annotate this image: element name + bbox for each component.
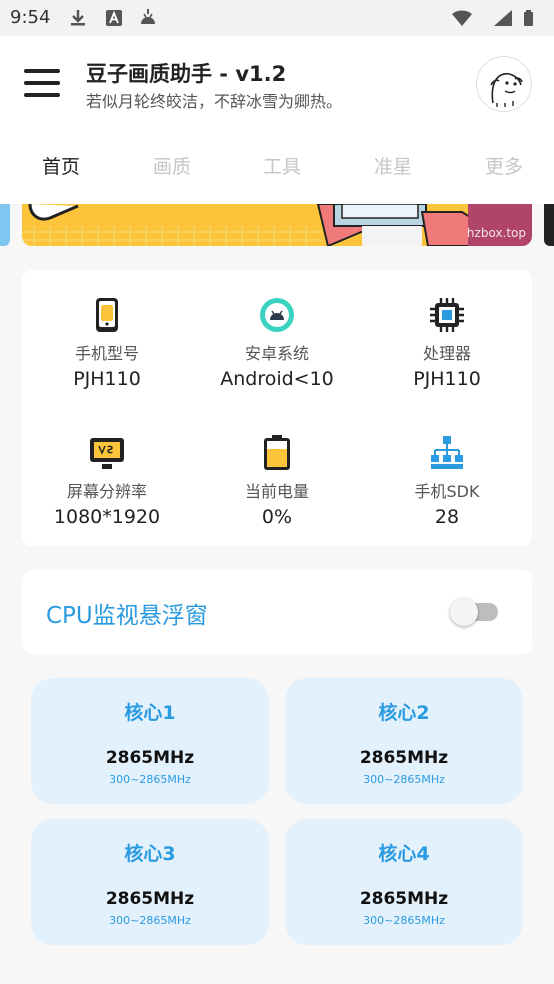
info-value: PJH110 — [413, 368, 481, 390]
font-a-icon — [106, 10, 122, 26]
menu-icon — [24, 69, 60, 73]
info-battery-level: 当前电量 0% — [192, 434, 362, 528]
app-subtitle: 若似月轮终皎洁，不辞冰雪为卿热。 — [86, 92, 343, 111]
info-value: 1080*1920 — [53, 506, 161, 528]
tab-home[interactable]: 首页 — [42, 152, 80, 179]
core-card[interactable]: 核心1 2865MHz 300~2865MHz — [31, 678, 269, 804]
phone-icon — [96, 298, 118, 332]
info-label: 安卓系统 — [244, 344, 309, 363]
core-name: 核心4 — [378, 843, 430, 865]
device-info-card: 手机型号 PJH110 安卓系统 Android<10 处理器 PJH110 屏… — [22, 270, 532, 546]
tab-tools[interactable]: 工具 — [263, 152, 301, 179]
menu-button[interactable] — [22, 66, 62, 100]
core-frequency: 2865MHz — [359, 889, 449, 909]
status-right-icons — [450, 8, 540, 32]
info-value: 28 — [434, 506, 460, 528]
tab-bar: 首页 画质 工具 准星 更多 — [0, 128, 554, 204]
info-label: 屏幕分辨率 — [66, 482, 147, 501]
core-range: 300~2865MHz — [363, 914, 445, 927]
banner-watermark: hzbox.top — [466, 226, 526, 240]
banner-peek-left — [0, 204, 10, 246]
info-sdk: 手机SDK 28 — [362, 434, 532, 528]
info-processor: 处理器 PJH110 — [362, 296, 532, 390]
core-range: 300~2865MHz — [109, 914, 191, 927]
tab-quality[interactable]: 画质 — [153, 152, 191, 179]
core-card[interactable]: 核心3 2865MHz 300~2865MHz — [31, 819, 269, 945]
avatar-doodle-icon — [490, 72, 523, 107]
core-name: 核心3 — [124, 843, 176, 865]
avatar[interactable] — [476, 56, 532, 112]
info-label: 处理器 — [422, 344, 471, 363]
toggle-thumb — [450, 598, 478, 626]
info-label: 手机SDK — [414, 482, 480, 501]
core-frequency: 2865MHz — [105, 889, 195, 909]
signal-icon — [494, 10, 512, 26]
cpu-monitor-label: CPU监视悬浮窗 — [46, 603, 208, 629]
core-frequency: 2865MHz — [105, 748, 195, 768]
tab-crosshair[interactable]: 准星 — [374, 152, 412, 179]
core-range: 300~2865MHz — [363, 773, 445, 786]
banner-image[interactable]: hzbox.top — [22, 204, 532, 246]
banner-carousel[interactable]: hzbox.top — [0, 204, 554, 248]
info-value: Android<10 — [220, 368, 334, 390]
cpu-monitor-card: CPU监视悬浮窗 — [22, 570, 532, 654]
app-header: 豆子画质助手 - v1.2 若似月轮终皎洁，不辞冰雪为卿热。 — [0, 36, 554, 128]
info-value: 0% — [261, 506, 293, 528]
info-label: 当前电量 — [244, 482, 309, 501]
core-card[interactable]: 核心2 2865MHz 300~2865MHz — [285, 678, 523, 804]
download-icon — [71, 10, 85, 26]
info-phone-model: 手机型号 PJH110 — [22, 296, 192, 390]
cpu-monitor-toggle[interactable] — [450, 598, 500, 626]
banner-peek-right — [544, 204, 554, 246]
core-range: 300~2865MHz — [109, 773, 191, 786]
info-value: PJH110 — [73, 368, 141, 390]
processor-icon — [430, 298, 464, 332]
core-frequency: 2865MHz — [359, 748, 449, 768]
tab-more[interactable]: 更多 — [485, 152, 523, 179]
core-name: 核心1 — [124, 702, 176, 724]
banner-illustration-icon — [22, 204, 532, 246]
screen-icon — [90, 438, 124, 469]
android-icon — [141, 9, 155, 24]
info-android-system: 安卓系统 Android<10 — [192, 296, 362, 390]
sdk-icon — [431, 436, 463, 469]
wifi-icon — [452, 10, 472, 26]
status-time: 9:54 — [10, 7, 51, 28]
info-label: 手机型号 — [74, 344, 139, 363]
core-name: 核心2 — [378, 702, 430, 724]
app-title: 豆子画质助手 - v1.2 — [86, 62, 287, 86]
android-system-icon — [260, 298, 294, 332]
battery-icon — [524, 10, 533, 26]
battery-level-icon — [264, 435, 290, 470]
system-nav-bar — [0, 968, 554, 984]
status-bar: 9:54 — [0, 0, 554, 36]
info-screen-resolution: 屏幕分辨率 1080*1920 — [22, 434, 192, 528]
core-card[interactable]: 核心4 2865MHz 300~2865MHz — [285, 819, 523, 945]
